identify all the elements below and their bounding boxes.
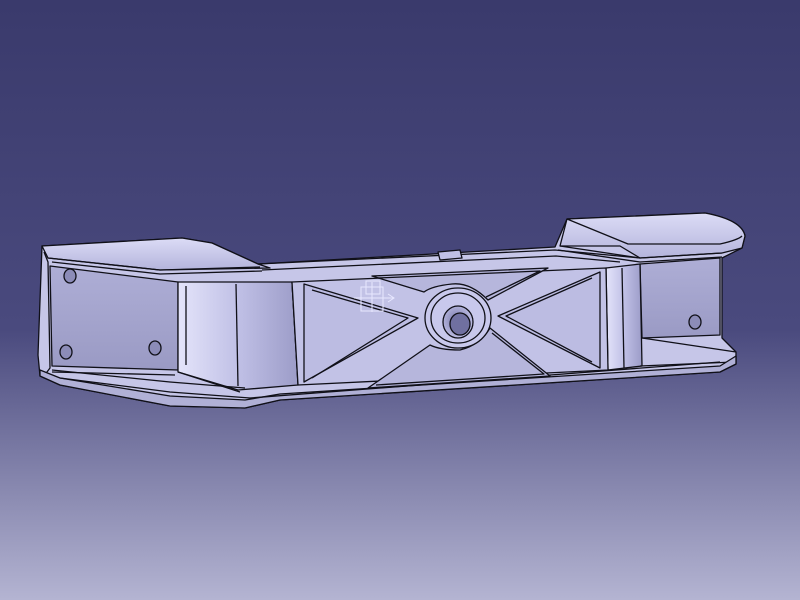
mount-hole-left-bottom xyxy=(59,344,73,360)
mount-hole-left-mid xyxy=(148,340,162,356)
top-tab xyxy=(437,249,463,261)
mount-hole-left-top xyxy=(63,268,77,284)
right-pocket-floor xyxy=(639,257,721,339)
3d-viewport[interactable] xyxy=(0,0,800,600)
mount-hole-right xyxy=(688,314,702,330)
